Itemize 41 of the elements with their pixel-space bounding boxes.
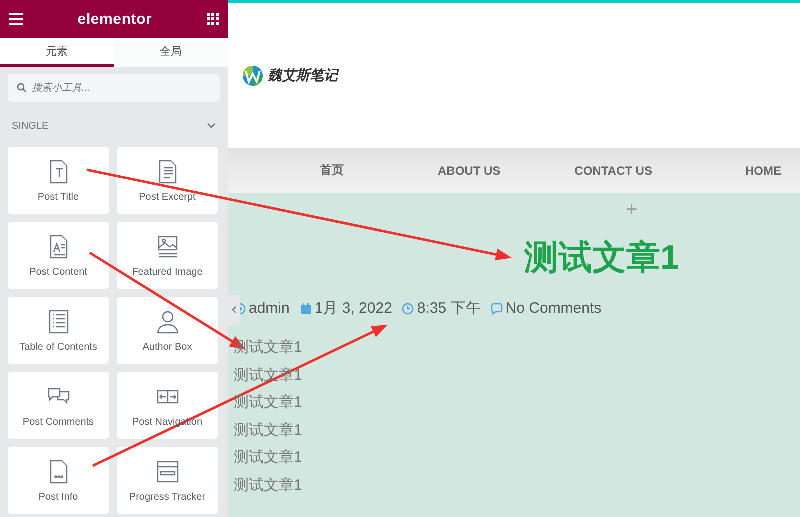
post-title: 测试文章1 [523, 238, 680, 279]
post-meta: No Comments [506, 300, 602, 317]
paragraph: 测试文章1 [234, 476, 302, 495]
widget-card[interactable]: Progress Tracker [117, 447, 218, 514]
site-name: 魏艾斯笔记 [268, 66, 338, 84]
section-title: SINGLE [12, 120, 49, 132]
widget-card[interactable]: Featured Image [117, 222, 218, 289]
widget-card[interactable]: Post Content [8, 222, 109, 289]
window-icon [156, 458, 180, 484]
paragraph: 测试文章1 [234, 420, 302, 440]
nav-link[interactable]: ABOUT US [438, 164, 501, 178]
post-meta: 1月 3, 2022 [314, 299, 392, 318]
search-icon [17, 83, 27, 93]
nav-link[interactable]: CONTACT US [574, 164, 652, 178]
widget-card[interactable]: Post Excerpt [117, 147, 218, 214]
widget-card[interactable]: Table of Contents [8, 297, 109, 364]
list-icon [46, 308, 70, 334]
widget-card[interactable]: Post Info [8, 447, 109, 514]
image-icon [156, 234, 180, 260]
nav-link[interactable]: 首页 [320, 162, 344, 179]
grid-icon[interactable] [206, 13, 219, 25]
chevron-icon [232, 306, 236, 314]
chevron-icon[interactable] [207, 123, 216, 129]
app-logo: elementor [78, 10, 152, 28]
menu-icon[interactable] [9, 13, 23, 25]
widget-card[interactable]: Post Comments [8, 372, 109, 439]
speech-bubble-icon [490, 302, 503, 314]
search-field[interactable]: 搜索小工具... [8, 74, 220, 102]
paragraph: 测试文章1 [234, 393, 302, 412]
panel-tab[interactable]: 全局 [114, 38, 228, 67]
post-meta: 8:35 下午 [417, 299, 481, 318]
person-icon [156, 308, 180, 334]
paragraph: 测试文章1 [234, 448, 302, 468]
clock-icon [402, 302, 414, 314]
site-logo-icon [242, 64, 264, 86]
widget-card[interactable]: Post Title [8, 147, 109, 214]
collapse-handle[interactable] [228, 295, 240, 325]
nav-link[interactable]: HOME [745, 164, 782, 178]
widget-card[interactable]: Author Box [117, 297, 218, 364]
post-meta: admin [249, 300, 290, 317]
calendar-icon [300, 302, 312, 314]
